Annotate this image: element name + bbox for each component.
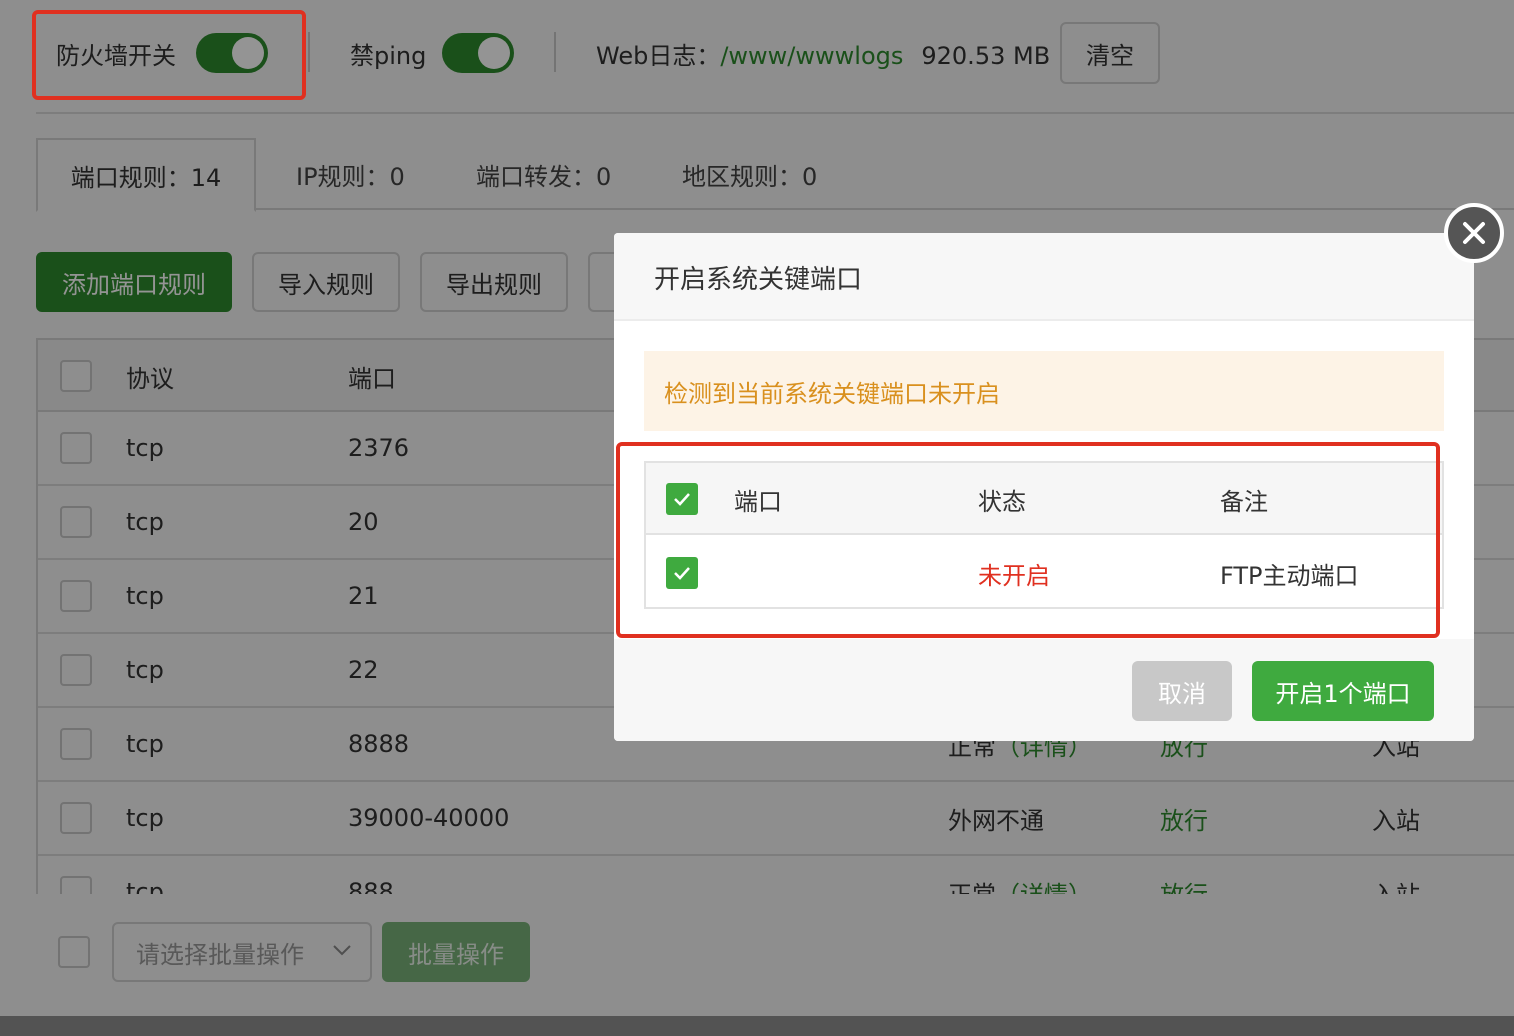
highlight-frame bbox=[616, 442, 1440, 638]
dialog-title: 开启系统关键端口 bbox=[654, 265, 863, 295]
close-icon bbox=[1463, 222, 1485, 244]
warning-alert: 检测到当前系统关键端口未开启 bbox=[644, 351, 1444, 431]
highlight-frame bbox=[32, 10, 306, 100]
cancel-button[interactable]: 取消 bbox=[1132, 661, 1232, 721]
dialog-footer: 取消 开启1个端口 bbox=[614, 639, 1474, 741]
close-dialog-button[interactable] bbox=[1444, 203, 1504, 263]
open-ports-button[interactable]: 开启1个端口 bbox=[1252, 661, 1434, 721]
dialog-header: 开启系统关键端口 bbox=[614, 233, 1474, 321]
